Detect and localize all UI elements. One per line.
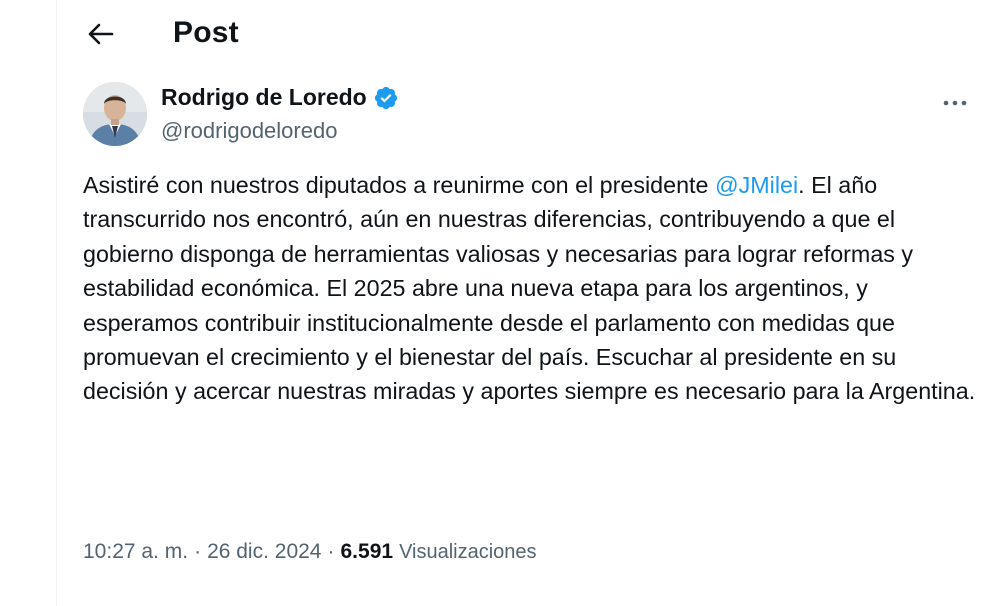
verified-badge-icon[interactable]	[373, 85, 399, 111]
page-title: Post	[173, 16, 239, 49]
post-author: Rodrigo de Loredo @rodrigodeloredo	[83, 80, 973, 150]
author-name-line: Rodrigo de Loredo	[161, 84, 399, 111]
post-date[interactable]: 26 dic. 2024	[207, 540, 321, 564]
post-header: Post	[57, 0, 992, 70]
profile-photo	[83, 82, 147, 146]
arrow-left-icon	[88, 23, 114, 45]
post-text: Asistiré con nuestros diputados a reunir…	[83, 168, 988, 409]
meta-separator: ·	[327, 540, 335, 563]
author-handle[interactable]: @rodrigodeloredo	[161, 118, 337, 144]
post-detail-column: Post Rodrigo de Loredo @rodrigodeloredo	[56, 0, 992, 606]
author-display-name[interactable]: Rodrigo de Loredo	[161, 84, 367, 111]
views-label[interactable]: Visualizaciones	[399, 541, 537, 564]
mention-link[interactable]: @JMilei	[715, 172, 798, 198]
post-metadata: 10:27 a. m. · 26 dic. 2024 · 6.591 Visua…	[83, 540, 537, 564]
avatar[interactable]	[83, 82, 147, 146]
meta-separator: ·	[194, 540, 202, 563]
post-time[interactable]: 10:27 a. m.	[83, 540, 188, 564]
post-text-rest: . El año transcurrido nos encontró, aún …	[83, 172, 976, 405]
back-button[interactable]	[81, 14, 121, 54]
more-options-button[interactable]	[937, 88, 973, 118]
views-count: 6.591	[340, 540, 394, 563]
post-text-start: Asistiré con nuestros diputados a reunir…	[83, 172, 715, 198]
more-horizontal-icon	[943, 100, 967, 106]
